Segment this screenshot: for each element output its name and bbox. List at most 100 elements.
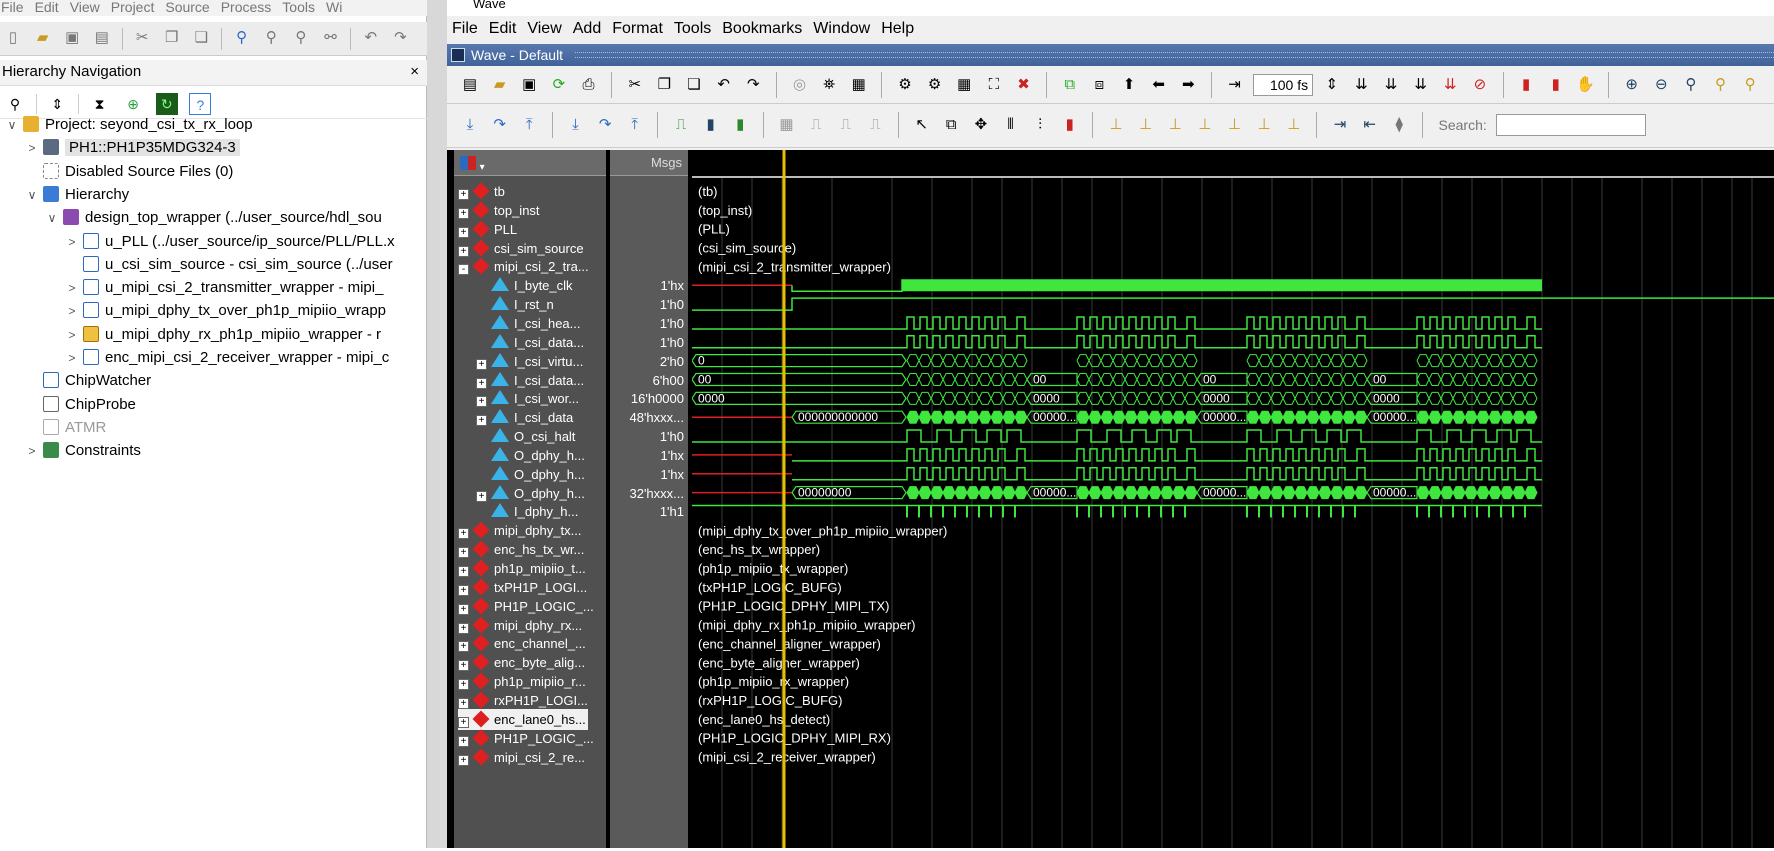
wave-menu-format[interactable]: Format xyxy=(612,20,663,37)
tree-item[interactable]: Disabled Source Files (0) xyxy=(24,160,427,184)
chevron-right-icon[interactable]: > xyxy=(64,276,80,300)
break-icon[interactable]: ⛶ xyxy=(982,73,1006,97)
memory-icon[interactable]: ▮ xyxy=(1544,73,1568,97)
performance-icon[interactable]: ▮ xyxy=(1514,73,1538,97)
wave-mode-2-icon[interactable]: ▮ xyxy=(699,113,723,137)
left-menu-item[interactable]: Wi xyxy=(326,0,342,15)
copy-icon[interactable]: ❐ xyxy=(652,73,676,97)
left-menu-item[interactable]: Source xyxy=(165,0,209,15)
signal-row[interactable]: + ph1p_mipiio_r... xyxy=(458,671,586,692)
find-edge-7-icon[interactable]: ⊥ xyxy=(1282,113,1306,137)
paste-icon[interactable]: ❏ xyxy=(682,73,706,97)
wave-menu-file[interactable]: File xyxy=(452,20,478,37)
signal-row[interactable]: + txPH1P_LOGI... xyxy=(458,577,587,598)
expand-toggle-icon[interactable]: - xyxy=(458,264,469,276)
refresh-icon[interactable]: ↻ xyxy=(155,93,178,115)
titlebar-grip[interactable] xyxy=(575,52,1774,58)
wave-menu-help[interactable]: Help xyxy=(881,20,914,37)
tree-item[interactable]: > u_mipi_csi_2_transmitter_wrapper - mipi… xyxy=(64,276,427,300)
expand-toggle-icon[interactable]: + xyxy=(458,547,469,559)
signal-row[interactable]: + ph1p_mipiio_t... xyxy=(458,558,586,579)
signal-row[interactable]: I_csi_data... xyxy=(476,332,584,353)
chevron-right-icon[interactable]: > xyxy=(64,346,80,370)
collapse-signal-icon[interactable]: ⇤ xyxy=(1358,113,1382,137)
find-edge-5-icon[interactable]: ⊥ xyxy=(1223,113,1247,137)
expand-toggle-icon[interactable]: + xyxy=(476,415,487,427)
open-icon[interactable]: ▰ xyxy=(488,73,512,97)
stop-icon[interactable]: ✖ xyxy=(1012,73,1036,97)
paste-icon[interactable]: ❏ xyxy=(190,28,212,50)
expand-toggle-icon[interactable]: + xyxy=(458,716,469,728)
tree-item[interactable]: > enc_mipi_csi_2_receiver_wrapper - mipi_… xyxy=(64,346,427,370)
signal-row[interactable]: + mipi_dphy_tx... xyxy=(458,520,581,541)
expand-toggle-icon[interactable]: + xyxy=(458,660,469,672)
tree-item[interactable]: u_csi_sim_source - csi_sim_source (../us… xyxy=(64,253,427,277)
forward-icon[interactable]: ➡ xyxy=(1176,73,1200,97)
zoom-cursor-icon[interactable]: ⚲ xyxy=(1709,73,1733,97)
run-icon[interactable]: ⇊ xyxy=(1349,73,1373,97)
signal-row[interactable]: + I_csi_virtu... xyxy=(476,351,583,372)
zoom-mode-icon[interactable]: ⧉ xyxy=(939,113,963,137)
wave-menu-add[interactable]: Add xyxy=(573,20,601,37)
chevron-right-icon[interactable]: > xyxy=(64,230,80,254)
waveform-svg[interactable]: (tb) (top_inst) (PLL) (csi_sim_source) (mipi… xyxy=(691,150,1774,848)
zoom-full-icon[interactable]: ⚲ xyxy=(1679,73,1703,97)
left-menu-item[interactable]: View xyxy=(70,0,100,15)
save-icon[interactable]: ▣ xyxy=(517,73,541,97)
expand-toggle-icon[interactable]: + xyxy=(476,490,487,502)
expand-toggle-icon[interactable]: + xyxy=(458,207,469,219)
copy-icon[interactable]: ❐ xyxy=(161,28,183,50)
signal-options-icon[interactable]: ⧫ xyxy=(1387,113,1411,137)
edit-mode-icon[interactable]: ⫴ xyxy=(999,113,1023,137)
expand-toggle-icon[interactable]: + xyxy=(458,245,469,257)
signal-row[interactable]: + PH1P_LOGIC_... xyxy=(458,728,594,749)
wave-mode-icon[interactable]: ⎍ xyxy=(669,113,693,137)
signal-row[interactable]: I_byte_clk xyxy=(476,275,573,296)
wave-menu-bookmarks[interactable]: Bookmarks xyxy=(722,20,802,37)
select-mode-icon[interactable]: ↖ xyxy=(910,113,934,137)
chevron-down-icon[interactable]: ∨ xyxy=(24,183,40,207)
signal-row[interactable]: I_dphy_h... xyxy=(476,501,578,522)
search-input[interactable] xyxy=(1496,114,1647,136)
expand-toggle-icon[interactable]: + xyxy=(458,754,469,766)
zoom-in-icon[interactable]: ⊕ xyxy=(1620,73,1644,97)
signal-row[interactable]: + mipi_csi_2_re... xyxy=(458,747,585,768)
run-all-icon[interactable]: ⇊ xyxy=(1409,73,1433,97)
reload-icon[interactable]: ⟳ xyxy=(547,73,571,97)
delta-3-icon[interactable]: ⎍ xyxy=(863,113,887,137)
signal-row[interactable]: O_dphy_h... xyxy=(476,464,585,485)
undo-icon[interactable]: ↶ xyxy=(712,73,736,97)
add-source-icon[interactable]: ⊕ xyxy=(122,93,144,115)
signal-row[interactable]: + top_inst xyxy=(458,200,540,221)
find-prev-icon[interactable]: ⚲ xyxy=(290,28,312,50)
signal-row[interactable]: + enc_lane0_hs... xyxy=(458,708,588,730)
step-out-icon[interactable]: ⤒ xyxy=(517,113,541,137)
breakpoint-icon[interactable]: ◎ xyxy=(788,73,812,97)
find-next-icon[interactable]: ⚲ xyxy=(260,28,282,50)
save-icon[interactable]: ▣ xyxy=(61,28,83,50)
panel-divider[interactable] xyxy=(427,0,447,848)
run-length-icon[interactable]: ⇥ xyxy=(1223,73,1247,97)
undo-icon[interactable]: ↶ xyxy=(360,28,382,50)
tree-item[interactable]: > Constraints xyxy=(24,439,427,463)
chevron-right-icon[interactable]: > xyxy=(24,136,40,160)
wave-menu-edit[interactable]: Edit xyxy=(489,20,517,37)
signal-row[interactable]: + enc_byte_alig... xyxy=(458,652,585,673)
simulate-icon[interactable]: ▦ xyxy=(952,73,976,97)
collapse-all-icon[interactable]: ⧗ xyxy=(89,93,111,115)
tree-item[interactable]: ChipWatcher xyxy=(24,369,427,393)
signal-row[interactable]: + csi_sim_source xyxy=(458,238,584,259)
help-icon[interactable]: ? xyxy=(189,93,212,115)
save-all-icon[interactable]: ▤ xyxy=(91,28,113,50)
tree-item[interactable]: ∨ Hierarchy xyxy=(24,183,427,207)
find-icon[interactable]: ⚲ xyxy=(231,28,253,50)
tree-item[interactable]: > u_mipi_dphy_rx_ph1p_mipiio_wrapper - r xyxy=(64,323,427,347)
expand-toggle-icon[interactable]: + xyxy=(458,226,469,238)
left-menu-item[interactable]: Project xyxy=(111,0,155,15)
find-edge-4-icon[interactable]: ⊥ xyxy=(1193,113,1217,137)
signal-row[interactable]: I_rst_n xyxy=(476,294,554,315)
signal-row[interactable]: + tb xyxy=(458,181,505,202)
tree-item[interactable]: ∨ design_top_wrapper (../user_source/hdl_… xyxy=(44,206,427,230)
close-icon[interactable]: × xyxy=(410,60,419,84)
signal-row[interactable]: + enc_hs_tx_wr... xyxy=(458,539,584,560)
